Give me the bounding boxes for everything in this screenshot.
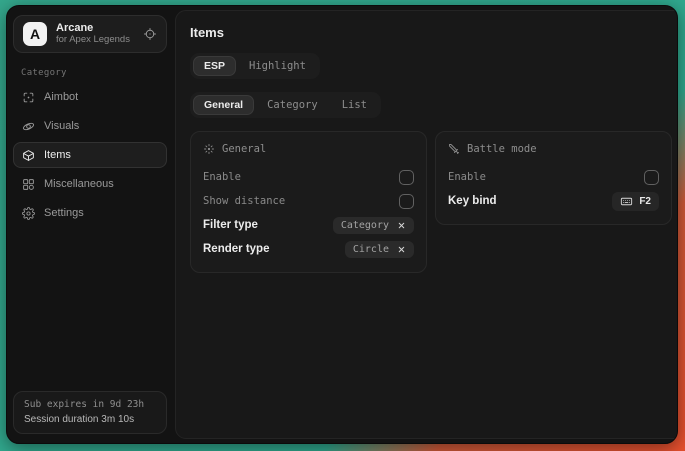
app-name: Arcane [56, 22, 134, 35]
setting-label: Render type [203, 243, 269, 255]
general-panel-header: General [203, 143, 414, 155]
tab-esp[interactable]: ESP [193, 56, 236, 76]
sidebar-section-label: Category [21, 68, 167, 78]
render-type-select[interactable]: Circle [345, 241, 414, 258]
package-icon [22, 149, 35, 162]
render-type-value: Circle [353, 244, 389, 255]
app-logo: A [23, 22, 47, 46]
setting-label: Filter type [203, 219, 258, 231]
sidebar-item-label: Visuals [44, 120, 79, 132]
sidebar-item-items[interactable]: Items [13, 142, 167, 168]
filter-type-select[interactable]: Category [333, 217, 414, 234]
show-distance-checkbox[interactable] [399, 194, 414, 209]
sidebar-item-label: Aimbot [44, 91, 78, 103]
sidebar-item-label: Miscellaneous [44, 178, 114, 190]
key-bind-value: F2 [639, 196, 651, 207]
setting-label: Show distance [203, 195, 285, 207]
subscription-info: Sub expires in 9d 23h Session duration 3… [13, 391, 167, 434]
tab-general[interactable]: General [193, 95, 254, 115]
page-title: Items [190, 25, 672, 40]
key-bind-button[interactable]: F2 [612, 192, 659, 211]
setting-row-battle-enable: Enable [448, 165, 659, 189]
sidebar-nav: Aimbot Visuals Items [13, 84, 167, 226]
tab-highlight[interactable]: Highlight [238, 56, 317, 76]
setting-label: Key bind [448, 195, 497, 207]
setting-label: Enable [203, 171, 241, 183]
crosshair-target-icon[interactable] [143, 27, 157, 41]
clear-icon[interactable] [397, 221, 406, 230]
general-panel-title: General [222, 143, 266, 155]
tab-list[interactable]: List [331, 95, 378, 115]
sidebar: A Arcane for Apex Legends Category [7, 6, 175, 443]
sub-expires-text: Sub expires in 9d 23h [24, 398, 156, 412]
grid-icon [22, 178, 35, 191]
enable-checkbox[interactable] [399, 170, 414, 185]
sidebar-item-label: Settings [44, 207, 84, 219]
setting-label: Enable [448, 171, 486, 183]
main-panel: Items ESP Highlight General Category Lis… [175, 10, 678, 439]
settings-panels: General Enable Show distance Filter type… [190, 131, 672, 273]
app-card: A Arcane for Apex Legends [13, 15, 167, 53]
setting-row-enable: Enable [203, 165, 414, 189]
sidebar-item-settings[interactable]: Settings [13, 200, 167, 226]
battle-mode-panel: Battle mode Enable Key bind [435, 131, 672, 225]
battle-mode-panel-title: Battle mode [467, 143, 537, 155]
session-duration-text: Session duration 3m 10s [24, 412, 156, 427]
view-tabs: General Category List [190, 92, 381, 118]
setting-row-key-bind: Key bind F2 [448, 189, 659, 213]
battle-enable-checkbox[interactable] [644, 170, 659, 185]
clear-icon[interactable] [397, 245, 406, 254]
mode-tabs: ESP Highlight [190, 53, 320, 79]
setting-row-filter-type: Filter type Category [203, 213, 414, 237]
filter-type-value: Category [341, 220, 389, 231]
sidebar-item-label: Items [44, 149, 71, 161]
app-window: A Arcane for Apex Legends Category [6, 5, 678, 444]
sword-icon [448, 143, 460, 155]
sun-dots-icon [203, 143, 215, 155]
setting-row-render-type: Render type Circle [203, 237, 414, 261]
sidebar-item-visuals[interactable]: Visuals [13, 113, 167, 139]
setting-row-show-distance: Show distance [203, 189, 414, 213]
general-panel: General Enable Show distance Filter type… [190, 131, 427, 273]
sidebar-item-aimbot[interactable]: Aimbot [13, 84, 167, 110]
tab-category[interactable]: Category [256, 95, 329, 115]
app-meta: Arcane for Apex Legends [56, 22, 134, 46]
sidebar-spacer [13, 226, 167, 391]
battle-mode-panel-header: Battle mode [448, 143, 659, 155]
crosshair-scan-icon [22, 91, 35, 104]
orbit-eye-icon [22, 120, 35, 133]
sidebar-item-miscellaneous[interactable]: Miscellaneous [13, 171, 167, 197]
keyboard-icon [620, 195, 633, 208]
app-subtitle: for Apex Legends [56, 35, 134, 46]
gear-icon [22, 207, 35, 220]
